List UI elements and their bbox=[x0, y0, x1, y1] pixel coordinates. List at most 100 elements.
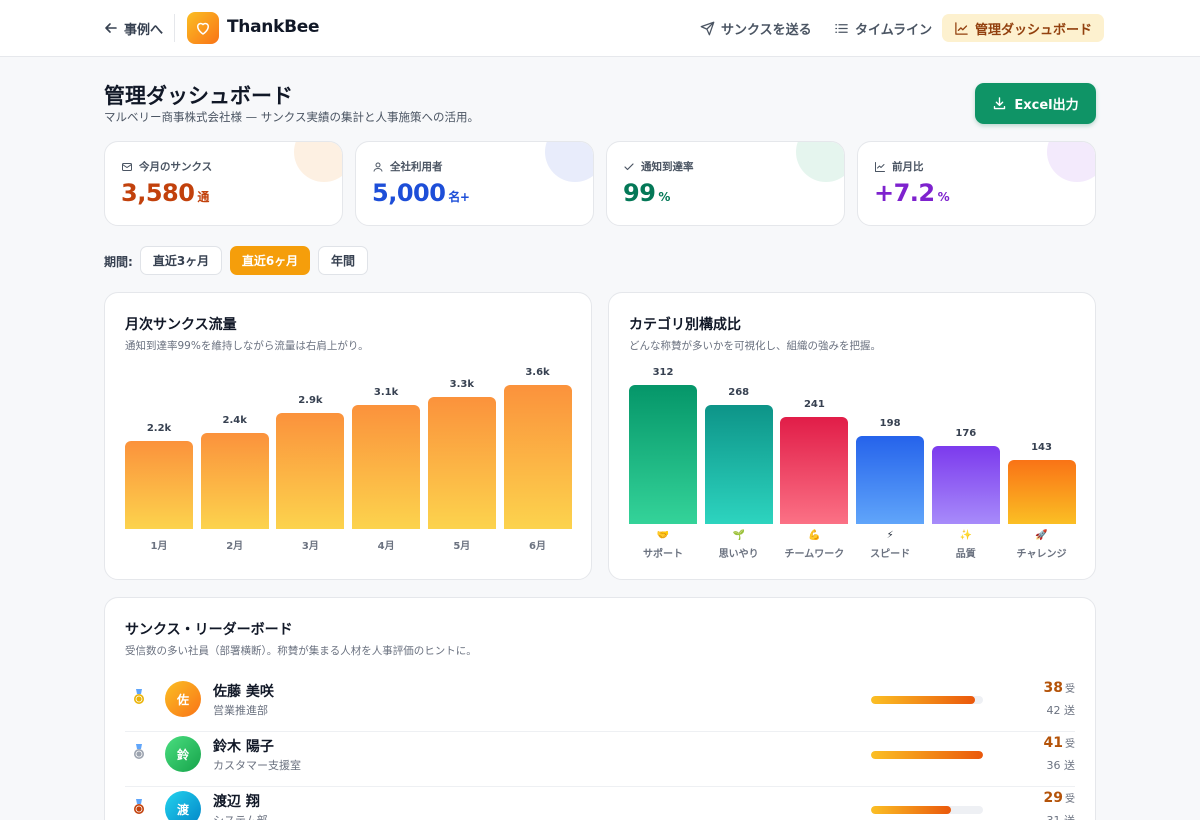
chart-line-icon bbox=[955, 21, 968, 35]
row-divider bbox=[125, 731, 1075, 732]
received-progress-bar bbox=[871, 751, 983, 759]
received-progress-fill bbox=[871, 806, 951, 814]
stat-value: 99% bbox=[623, 179, 670, 207]
category-axis-label: スピード bbox=[870, 549, 911, 560]
month-axis-label: 3月 bbox=[301, 541, 319, 552]
brand-name: ThankBee bbox=[227, 17, 320, 37]
nav-send-thanks-label: サンクスを送る bbox=[721, 22, 812, 38]
stat-label: 通知到達率 bbox=[623, 159, 694, 174]
list-icon bbox=[835, 23, 848, 33]
monthly-thanks-panel: 月次サンクス流量 通知到達率99%を維持しながら流量は右肩上がり。 2.2k 1月… bbox=[104, 292, 592, 580]
period-option-6months[interactable]: 直近6ヶ月 bbox=[230, 246, 310, 275]
leaderboard-row[interactable]: 鈴鈴木 陽子 カスタマー支援室 41 受 36 送 bbox=[125, 733, 1075, 787]
stat-number: 5,000 bbox=[372, 179, 446, 207]
employee-department: カスタマー支援室 bbox=[213, 759, 301, 772]
nav-admin-dashboard[interactable]: 管理ダッシュボード bbox=[942, 14, 1105, 42]
month-bar-value: 2.9k bbox=[298, 395, 323, 406]
stat-label-text: 今月のサンクス bbox=[139, 161, 213, 173]
sent-count: 42 送 bbox=[1046, 704, 1076, 717]
nav-timeline[interactable]: タイムライン bbox=[822, 14, 944, 42]
medal-icon bbox=[133, 744, 145, 760]
check-icon bbox=[624, 162, 634, 170]
stat-label-text: 全社利用者 bbox=[390, 161, 443, 173]
stat-card-decoration bbox=[294, 142, 342, 182]
category-bar bbox=[931, 445, 1000, 524]
category-bar-value: 268 bbox=[728, 386, 750, 398]
stat-unit: % bbox=[658, 190, 670, 204]
received-unit: 受 bbox=[1065, 794, 1075, 805]
category-bar-value: 312 bbox=[652, 367, 674, 378]
category-bar bbox=[704, 404, 773, 524]
stat-value: +7.2% bbox=[874, 179, 950, 207]
leaderboard-panel: サンクス・リーダーボード 受信数の多い社員（部署横断）。称賛が集まる人材を人事評… bbox=[104, 597, 1096, 820]
category-axis-label: 品質 bbox=[955, 549, 976, 560]
stat-card-decoration bbox=[1047, 142, 1095, 182]
stat-label: 前月比 bbox=[874, 159, 924, 174]
received-number: 41 bbox=[1043, 735, 1063, 751]
stat-number: 3,580 bbox=[121, 179, 195, 207]
employee-department: システム部 bbox=[213, 812, 268, 820]
stat-value: 3,580 通 bbox=[121, 179, 209, 207]
medal-icon bbox=[133, 799, 145, 815]
received-number: 38 bbox=[1043, 680, 1063, 696]
user-icon bbox=[373, 162, 383, 172]
category-axis-label: 思いやり bbox=[718, 549, 759, 560]
stat-card-delivery-rate: 通知到達率 99% bbox=[606, 141, 845, 226]
leaderboard-row[interactable]: 佐佐藤 美咲 営業推進部 38 受 42 送 bbox=[125, 678, 1075, 732]
stat-label-text: 通知到達率 bbox=[641, 161, 694, 173]
month-bar-value: 2.4k bbox=[222, 415, 247, 426]
monthly-bar-chart: 2.2k 1月 2.4k 2月 2.9k 3月 3.1k 4月 3.3k 5月 3.6k 6月 bbox=[105, 293, 593, 581]
category-axis-label: チームワーク bbox=[784, 549, 845, 560]
sent-count: 31 送 bbox=[1047, 812, 1076, 820]
stat-card-monthly-thanks: 今月のサンクス 3,580 通 bbox=[104, 141, 343, 226]
employee-name: 渡辺 翔 bbox=[213, 794, 260, 810]
period-option-3months[interactable]: 直近3ヶ月 bbox=[140, 246, 222, 275]
category-emoji-icon: 🚀 bbox=[1035, 530, 1048, 541]
send-icon bbox=[700, 21, 715, 35]
month-bar-value: 2.2k bbox=[146, 423, 172, 434]
page-subtitle: マルベリー商事株式会社様 — サンクス実績の集計と人事施策への活用。 bbox=[104, 110, 479, 124]
excel-export-button[interactable]: Excel出力 bbox=[975, 83, 1096, 124]
stat-card-month-over-month: 前月比 +7.2% bbox=[857, 141, 1096, 226]
month-bar bbox=[276, 413, 345, 529]
leaderboard-title: サンクス・リーダーボード bbox=[125, 622, 293, 638]
stat-card-total-users: 全社利用者 5,000 名+ bbox=[355, 141, 594, 226]
leaderboard-row[interactable]: 渡渡辺 翔システム部 29受 31 送 bbox=[125, 788, 1075, 820]
category-bar-value: 241 bbox=[803, 398, 825, 410]
category-emoji-icon: 💪 bbox=[808, 530, 821, 541]
back-to-cases-link[interactable]: 事例へ bbox=[104, 18, 163, 38]
period-option-yearly[interactable]: 年間 bbox=[318, 246, 368, 275]
category-bar-value: 176 bbox=[955, 427, 977, 439]
excel-export-label: Excel出力 bbox=[1014, 98, 1079, 113]
month-bar-value: 3.6k bbox=[525, 367, 550, 378]
month-bar bbox=[352, 405, 421, 529]
category-breakdown-panel: カテゴリ別構成比 どんな称賛が多いかを可視化し、組織の強みを把握。 312 🤝 サポ… bbox=[608, 292, 1096, 580]
received-count: 38 受 bbox=[1044, 680, 1075, 696]
nav-send-thanks[interactable]: サンクスを送る bbox=[688, 14, 824, 42]
stat-card-decoration bbox=[545, 142, 593, 182]
month-axis-label: 6月 bbox=[529, 541, 546, 552]
month-bar bbox=[427, 397, 496, 529]
stat-value: 5,000 名+ bbox=[372, 179, 470, 207]
heart-icon bbox=[197, 22, 209, 35]
employee-name: 佐藤 美咲 bbox=[213, 684, 274, 700]
stat-number: +7.2 bbox=[874, 179, 935, 207]
avatar: 鈴 bbox=[165, 736, 201, 772]
month-bar-value: 3.1k bbox=[373, 387, 399, 398]
category-bar-value: 143 bbox=[1031, 442, 1052, 454]
nav-divider bbox=[174, 14, 175, 42]
medal-icon bbox=[133, 689, 145, 705]
category-emoji-icon: 🤝 bbox=[656, 530, 670, 541]
month-axis-label: 5月 bbox=[453, 541, 471, 552]
received-count: 41 受 bbox=[1044, 735, 1075, 751]
stat-label: 全社利用者 bbox=[372, 159, 443, 174]
received-progress-fill bbox=[871, 751, 983, 759]
stat-unit: % bbox=[937, 190, 950, 204]
received-progress-fill bbox=[871, 696, 976, 704]
category-bar bbox=[856, 435, 925, 524]
received-progress-bar bbox=[871, 806, 983, 814]
category-emoji-icon: ⚡ bbox=[886, 530, 894, 541]
month-bar bbox=[200, 433, 269, 529]
employee-name: 鈴木 陽子 bbox=[213, 739, 274, 755]
download-icon bbox=[994, 97, 1006, 110]
